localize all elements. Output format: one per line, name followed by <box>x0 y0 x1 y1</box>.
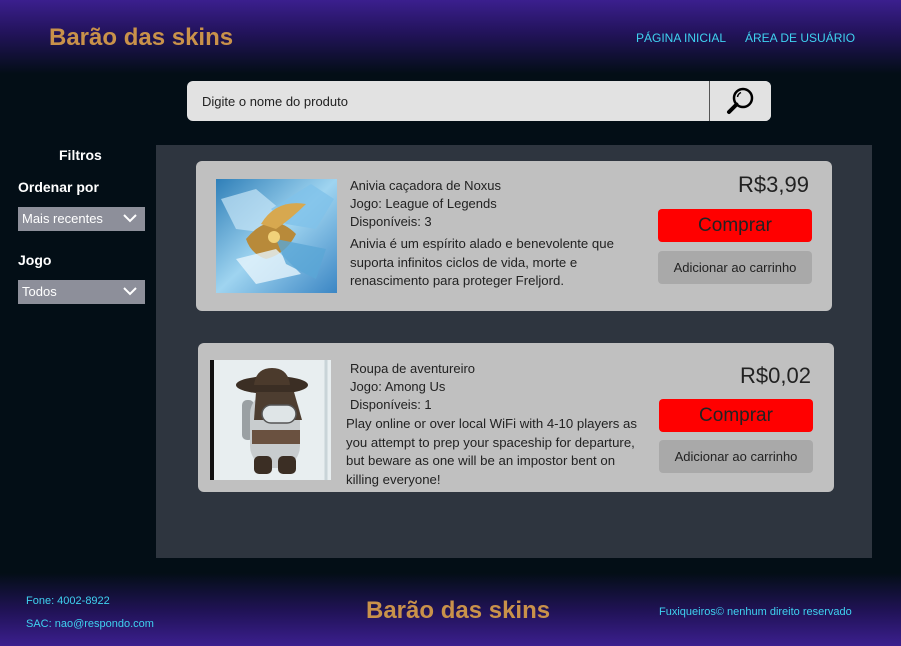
product-game: Jogo: League of Legends <box>350 196 497 211</box>
search-input[interactable] <box>187 81 709 121</box>
product-image[interactable] <box>210 360 331 480</box>
product-description: Anivia é um espírito alado e benevolente… <box>350 236 614 288</box>
nav-user-area-link[interactable]: ÁREA DE USUÁRIO <box>745 31 855 45</box>
footer: Fone: 4002-8922 SAC: nao@respondo.com Ba… <box>0 573 901 646</box>
product-available: Disponíveis: 3 <box>350 214 432 229</box>
game-select-value: Todos <box>22 284 57 299</box>
product-available: Disponíveis: 1 <box>350 397 432 412</box>
header: Barão das skins PÁGINA INICIAL ÁREA DE U… <box>0 0 901 74</box>
product-name: Anivia caçadora de Noxus <box>350 178 502 193</box>
footer-phone: Fone: 4002-8922 <box>26 595 110 607</box>
product-name: Roupa de aventureiro <box>350 361 476 376</box>
product-card: Roupa de aventureiro Jogo: Among Us Disp… <box>198 343 834 492</box>
chevron-down-icon <box>123 214 137 223</box>
product-image[interactable] <box>216 179 337 293</box>
product-info: Anivia caçadora de Noxus Jogo: League of… <box>350 177 650 291</box>
product-price: R$3,99 <box>738 172 809 197</box>
product-game: Jogo: Among Us <box>350 379 446 394</box>
product-price: R$0,02 <box>740 363 811 388</box>
add-to-cart-button[interactable]: Adicionar ao carrinho <box>658 251 812 284</box>
product-description: Play online or over local WiFi with 4-10… <box>346 416 637 487</box>
search-icon <box>726 87 753 114</box>
footer-rights: Fuxiqueiros© nenhum direito reservado <box>659 606 852 618</box>
buy-button[interactable]: Comprar <box>658 209 812 242</box>
game-label: Jogo <box>18 252 52 268</box>
footer-brand: Barão das skins <box>366 597 551 624</box>
brand-logo[interactable]: Barão das skins <box>49 24 233 52</box>
product-info: Roupa de aventureiro Jogo: Among Us Disp… <box>346 360 650 489</box>
product-card: Anivia caçadora de Noxus Jogo: League of… <box>196 161 832 311</box>
game-select[interactable]: Todos <box>18 280 145 304</box>
filters-title: Filtros <box>59 147 102 163</box>
nav-home-link[interactable]: PÁGINA INICIAL <box>636 31 726 45</box>
add-to-cart-button[interactable]: Adicionar ao carrinho <box>659 440 813 473</box>
search-bar <box>187 81 771 121</box>
sort-select[interactable]: Mais recentes <box>18 207 145 231</box>
sort-label: Ordenar por <box>18 179 99 195</box>
sort-select-value: Mais recentes <box>22 211 103 226</box>
buy-button[interactable]: Comprar <box>659 399 813 432</box>
footer-sac: SAC: nao@respondo.com <box>26 618 154 630</box>
search-button[interactable] <box>709 81 771 121</box>
chevron-down-icon <box>123 287 137 296</box>
